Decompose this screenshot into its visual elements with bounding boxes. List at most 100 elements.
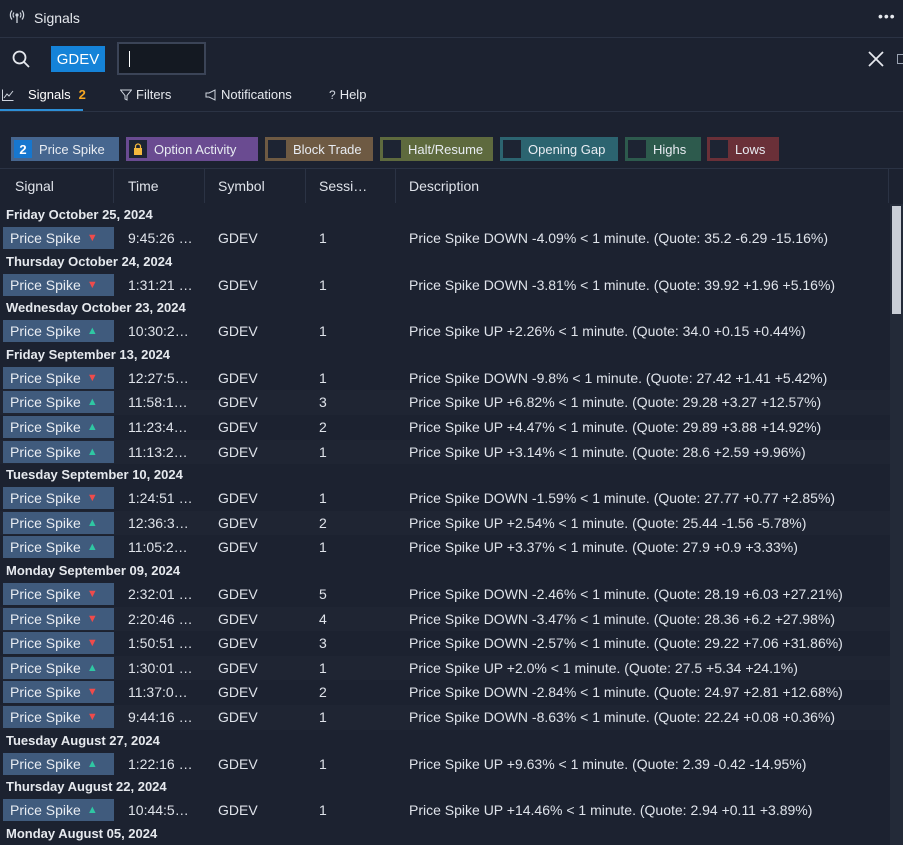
- chip-lows[interactable]: Lows: [707, 137, 779, 161]
- arrow-down-icon: ▼: [86, 278, 98, 291]
- signal-cell[interactable]: Price Spike ▲: [3, 391, 114, 414]
- table-row[interactable]: Price Spike ▲ 11:23:4… GDEV 2 Price Spike UP …: [0, 415, 890, 440]
- signal-label: Price Spike: [10, 708, 81, 725]
- description-cell: Price Spike UP +4.47% < 1 minute. (Quote…: [409, 418, 822, 435]
- scrollbar-thumb[interactable]: [892, 206, 901, 314]
- chip-block-trade-label: Block Trade: [293, 141, 362, 157]
- signal-label: Price Spike: [10, 369, 81, 386]
- signal-cell[interactable]: Price Spike ▼: [3, 487, 114, 510]
- description-cell: Price Spike UP +2.0% < 1 minute. (Quote:…: [409, 659, 798, 676]
- signal-cell[interactable]: Price Spike ▼: [3, 273, 114, 296]
- symbol-cell: GDEV: [218, 585, 258, 602]
- session-cell: 1: [319, 802, 327, 819]
- signal-cell[interactable]: Price Spike ▼: [3, 681, 114, 704]
- description-cell: Price Spike UP +3.37% < 1 minute. (Quote…: [409, 539, 798, 556]
- table-row[interactable]: Price Spike ▼ 2:32:01 … GDEV 5 Price Spike DO…: [0, 582, 890, 607]
- table-row[interactable]: Price Spike ▲ 10:44:5… GDEV 1 Price Spike UP …: [0, 798, 890, 823]
- table-row[interactable]: Price Spike ▲ 11:05:2… GDEV 1 Price Spike UP …: [0, 535, 890, 560]
- vertical-scrollbar[interactable]: [890, 204, 903, 845]
- search-icon[interactable]: [11, 49, 31, 69]
- column-header-session[interactable]: Sessi…: [306, 169, 396, 203]
- description-cell: Price Spike UP +2.54% < 1 minute. (Quote…: [409, 514, 807, 531]
- chip-opening-gap[interactable]: Opening Gap: [500, 137, 618, 161]
- date-group-header: Friday September 13, 2024: [0, 343, 890, 366]
- session-cell: 1: [319, 230, 327, 246]
- symbol-cell: GDEV: [218, 659, 258, 676]
- arrow-down-icon: ▼: [86, 612, 98, 625]
- signal-label: Price Spike: [10, 585, 81, 602]
- table-row[interactable]: Price Spike ▲ 12:36:3… GDEV 2 Price Spike UP …: [0, 510, 890, 536]
- signal-cell[interactable]: Price Spike ▲: [3, 656, 114, 679]
- table-row[interactable]: Price Spike ▲ 11:58:1… GDEV 3 Price Spike UP …: [0, 390, 890, 415]
- arrow-up-icon: ▲: [86, 325, 98, 338]
- signal-cell[interactable]: Price Spike ▲: [3, 440, 114, 463]
- table-row[interactable]: Price Spike ▲ 1:22:16 … GDEV 1 Price Spike UP…: [0, 752, 890, 777]
- chip-halt-resume[interactable]: Halt/Resume: [380, 137, 493, 161]
- column-header-description[interactable]: Description: [396, 169, 889, 203]
- chip-block-trade[interactable]: Block Trade: [265, 137, 373, 161]
- signal-cell[interactable]: Price Spike ▲: [3, 415, 114, 438]
- symbol-cell: GDEV: [218, 443, 258, 460]
- arrow-up-icon: ▲: [86, 445, 98, 458]
- signal-cell[interactable]: Price Spike ▼: [3, 607, 114, 630]
- close-icon[interactable]: [866, 49, 886, 69]
- chip-halt-resume-checkbox: [383, 140, 401, 158]
- signal-cell[interactable]: Price Spike ▲: [3, 536, 114, 559]
- arrow-up-icon: ▲: [86, 661, 98, 674]
- description-cell: Price Spike DOWN -2.46% < 1 minute. (Quo…: [409, 585, 843, 602]
- session-cell: 3: [319, 635, 327, 652]
- table-row[interactable]: Price Spike ▼ 1:50:51 … GDEV 3 Price Spike DO…: [0, 631, 890, 656]
- active-tab-indicator: [0, 109, 83, 111]
- description-cell: Price Spike DOWN -3.81% < 1 minute. (Quo…: [409, 276, 836, 293]
- description-cell: Price Spike UP +3.14% < 1 minute. (Quote…: [409, 443, 806, 460]
- column-header-signal[interactable]: Signal: [0, 169, 114, 203]
- arrow-down-icon: ▼: [86, 232, 98, 244]
- search-input[interactable]: [117, 42, 206, 75]
- table-row[interactable]: Price Spike ▲ 11:13:2… GDEV 1 Price Spike UP …: [0, 439, 890, 465]
- chip-price-spike-label: Price Spike: [39, 141, 105, 157]
- chip-highs-label: Highs: [653, 141, 687, 157]
- chip-option-activity[interactable]: Option Activity: [126, 137, 258, 161]
- signal-label: Price Spike: [10, 514, 81, 531]
- symbol-chip[interactable]: GDEV: [51, 46, 105, 72]
- signal-cell[interactable]: Price Spike ▼: [3, 632, 114, 655]
- table-row[interactable]: Price Spike ▼ 9:44:16 … GDEV 1 Price Spike DO…: [0, 704, 890, 730]
- signal-cell[interactable]: Price Spike ▼: [3, 227, 114, 249]
- table-row[interactable]: Price Spike ▲ 1:30:01 … GDEV 1 Price Spike UP…: [0, 655, 890, 681]
- tab-filters-label: Filters: [136, 87, 172, 102]
- tab-help[interactable]: ? Help: [329, 87, 366, 102]
- chip-halt-resume-label: Halt/Resume: [408, 141, 484, 157]
- table-row[interactable]: Price Spike ▼ 2:20:46 … GDEV 4 Price Spike DO…: [0, 606, 890, 632]
- signal-cell[interactable]: Price Spike ▼: [3, 366, 114, 389]
- date-group-header: Thursday August 22, 2024: [0, 776, 890, 799]
- chip-lows-label: Lows: [735, 141, 766, 157]
- help-icon: ?: [329, 87, 336, 102]
- table-row[interactable]: Price Spike ▲ 10:30:2… GDEV 1 Price Spike UP …: [0, 319, 890, 344]
- more-menu-icon[interactable]: •••: [878, 8, 896, 24]
- signal-cell[interactable]: Price Spike ▲: [3, 799, 114, 822]
- table-row[interactable]: Price Spike ▼ 1:31:21 … GDEV 1 Price Spike DO…: [0, 273, 890, 298]
- chip-block-trade-checkbox: [268, 140, 286, 158]
- session-cell: 2: [319, 514, 327, 531]
- table-row[interactable]: Price Spike ▼ 9:45:26 … GDEV 1 Price Spike DO…: [0, 226, 890, 251]
- signal-cell[interactable]: Price Spike ▲: [3, 320, 114, 343]
- copy-icon[interactable]: [897, 54, 903, 64]
- signal-cell[interactable]: Price Spike ▼: [3, 582, 114, 605]
- symbol-cell: GDEV: [218, 394, 258, 411]
- column-header-time[interactable]: Time: [114, 169, 205, 203]
- chip-highs[interactable]: Highs: [625, 137, 701, 161]
- lock-icon: [129, 140, 147, 158]
- table-row[interactable]: Price Spike ▼ 1:24:51 … GDEV 1 Price Spike DO…: [0, 486, 890, 511]
- tab-notifications[interactable]: Notifications: [205, 87, 292, 102]
- signal-cell[interactable]: Price Spike ▼: [3, 705, 114, 728]
- signal-cell[interactable]: Price Spike ▲: [3, 511, 114, 534]
- time-cell: 1:30:01 …: [128, 659, 193, 676]
- tab-filters[interactable]: Filters: [120, 87, 171, 102]
- table-row[interactable]: Price Spike ▼ 12:27:5… GDEV 1 Price Spike DOW…: [0, 366, 890, 391]
- signal-cell[interactable]: Price Spike ▲: [3, 752, 114, 775]
- table-row[interactable]: Price Spike ▼ 11:37:0… GDEV 2 Price Spike DOW…: [0, 680, 890, 705]
- column-header-symbol[interactable]: Symbol: [205, 169, 306, 203]
- chip-price-spike[interactable]: 2 Price Spike: [11, 137, 119, 161]
- tab-signals[interactable]: Signals 2: [2, 87, 86, 102]
- text-caret: [129, 51, 130, 67]
